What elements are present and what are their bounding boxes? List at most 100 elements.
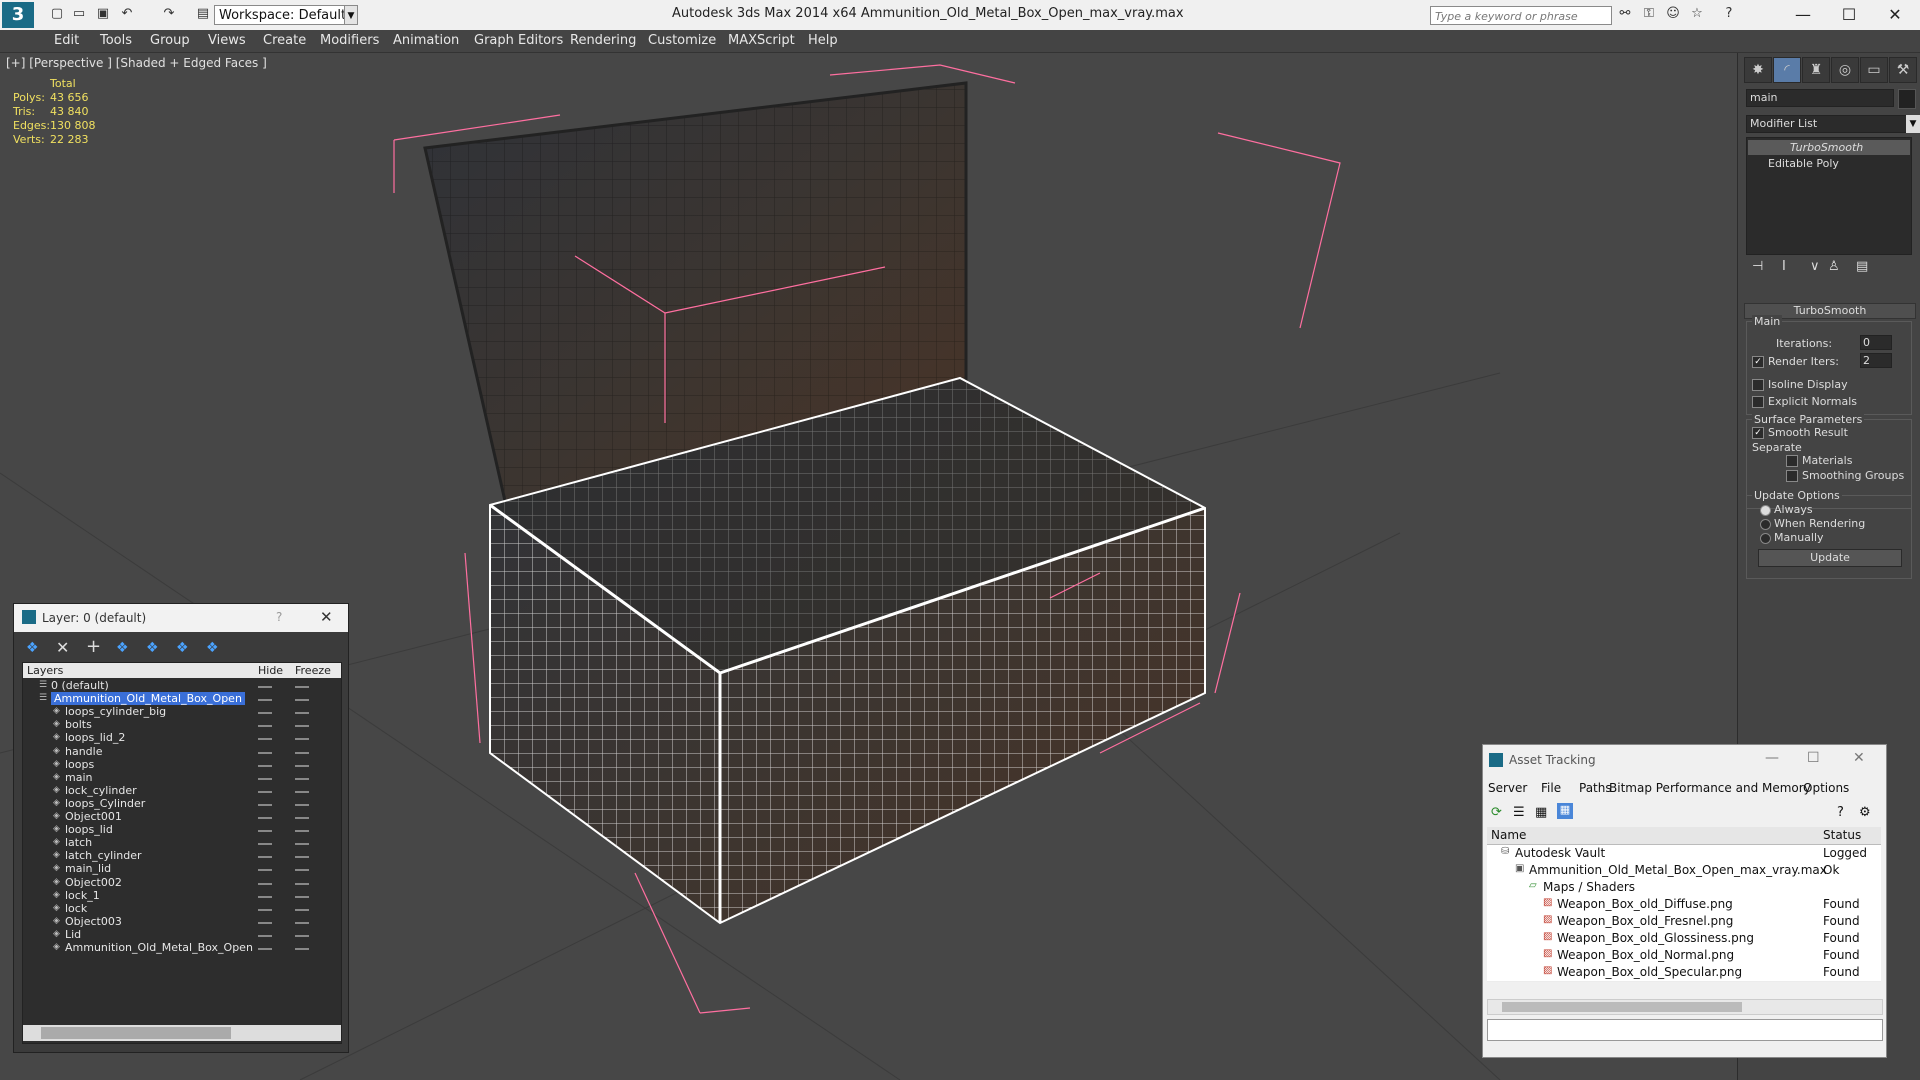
hide-toggle[interactable] bbox=[258, 817, 272, 819]
freeze-toggle[interactable] bbox=[295, 895, 309, 898]
freeze-toggle[interactable] bbox=[295, 817, 309, 819]
hide-toggle[interactable] bbox=[258, 921, 272, 924]
smooth-result-checkbox[interactable]: ✓ bbox=[1752, 427, 1764, 439]
asset-row[interactable]: ▨ Weapon_Box_old_Fresnel.png Found bbox=[1487, 913, 1881, 931]
freeze-toggle[interactable] bbox=[295, 777, 309, 780]
stack-item-turbosmooth[interactable]: TurboSmooth bbox=[1748, 140, 1910, 155]
undo-icon[interactable]: ↶ bbox=[118, 5, 136, 23]
hide-toggle[interactable] bbox=[258, 869, 272, 872]
configure-modifier-icon[interactable]: ▤ bbox=[1856, 259, 1868, 274]
render-iters-checkbox[interactable]: ✓ bbox=[1752, 356, 1764, 368]
minimize-icon[interactable]: — bbox=[1765, 750, 1779, 766]
smoothing-groups-checkbox[interactable] bbox=[1786, 470, 1798, 482]
scrollbar-thumb[interactable] bbox=[41, 1027, 231, 1039]
thumbnail-view-icon[interactable]: ▦ bbox=[1535, 805, 1547, 820]
hide-toggle[interactable] bbox=[258, 699, 272, 702]
hide-column[interactable]: Hide bbox=[258, 664, 283, 677]
asset-menu-bitmap[interactable]: Bitmap Performance and Memory bbox=[1609, 781, 1811, 795]
asset-path-field[interactable] bbox=[1487, 1019, 1883, 1041]
help-icon[interactable]: ? bbox=[1720, 5, 1738, 23]
freeze-toggle[interactable] bbox=[295, 921, 309, 924]
list-view-icon[interactable]: ☰ bbox=[1513, 805, 1525, 820]
key-icon[interactable]: ⚿ bbox=[1640, 5, 1658, 23]
asset-row[interactable]: ▣ Ammunition_Old_Metal_Box_Open_max_vray.… bbox=[1487, 862, 1881, 880]
highlight-layer-icon[interactable]: ❖ bbox=[146, 640, 159, 656]
table-view-icon[interactable]: ▦ bbox=[1557, 803, 1573, 819]
hide-all-icon[interactable]: ❖ bbox=[176, 640, 189, 656]
hierarchy-tab-icon[interactable]: ♜ bbox=[1802, 57, 1830, 83]
project-folder-icon[interactable]: ▤ bbox=[194, 5, 212, 23]
display-tab-icon[interactable]: ▭ bbox=[1860, 57, 1888, 83]
menu-rendering[interactable]: Rendering bbox=[570, 33, 636, 48]
pin-stack-icon[interactable]: ⊣ bbox=[1752, 259, 1763, 274]
hide-toggle[interactable] bbox=[258, 908, 272, 911]
hide-toggle[interactable] bbox=[258, 712, 272, 715]
help-icon[interactable]: ? bbox=[276, 610, 282, 624]
select-in-layer-icon[interactable]: ❖ bbox=[116, 640, 129, 656]
hide-toggle[interactable] bbox=[258, 856, 272, 859]
hide-toggle[interactable] bbox=[258, 686, 272, 688]
menu-maxscript[interactable]: MAXScript bbox=[728, 33, 795, 48]
viewport-label[interactable]: [+] [Perspective ] [Shaded + Edged Faces… bbox=[6, 56, 267, 70]
iterations-spinner[interactable]: 0 bbox=[1860, 335, 1892, 350]
freeze-toggle[interactable] bbox=[295, 856, 309, 859]
close-icon[interactable]: ✕ bbox=[1872, 2, 1918, 28]
star-icon[interactable]: ☆ bbox=[1688, 5, 1706, 23]
show-end-result-icon[interactable]: Ⅰ bbox=[1782, 259, 1786, 274]
hide-toggle[interactable] bbox=[258, 843, 272, 846]
binoculars-icon[interactable]: ⚯ bbox=[1616, 5, 1634, 23]
hide-toggle[interactable] bbox=[258, 895, 272, 898]
freeze-toggle[interactable] bbox=[295, 948, 309, 950]
freeze-toggle[interactable] bbox=[295, 934, 309, 937]
scrollbar-thumb[interactable] bbox=[1502, 1002, 1742, 1012]
close-icon[interactable]: ✕ bbox=[320, 608, 333, 626]
redo-icon[interactable]: ↷ bbox=[160, 5, 178, 23]
freeze-toggle[interactable] bbox=[295, 803, 309, 806]
remove-modifier-icon[interactable]: ♙ bbox=[1828, 259, 1840, 274]
workspace-dropdown[interactable]: Workspace: Default bbox=[214, 5, 350, 25]
save-icon[interactable]: ▣ bbox=[94, 5, 112, 23]
delete-layer-icon[interactable]: ✕ bbox=[56, 638, 69, 657]
hide-toggle[interactable] bbox=[258, 882, 272, 885]
help-icon[interactable]: ? bbox=[1837, 805, 1844, 820]
menu-animation[interactable]: Animation bbox=[393, 33, 459, 48]
menu-create[interactable]: Create bbox=[263, 33, 306, 48]
new-layer-icon[interactable]: ❖ bbox=[26, 640, 39, 656]
name-column[interactable]: Name bbox=[1491, 828, 1526, 842]
freeze-toggle[interactable] bbox=[295, 686, 309, 688]
hide-toggle[interactable] bbox=[258, 764, 272, 767]
freeze-toggle[interactable] bbox=[295, 725, 309, 728]
asset-menu-options[interactable]: Options bbox=[1803, 781, 1849, 795]
isoline-checkbox[interactable] bbox=[1752, 379, 1764, 391]
utilities-tab-icon[interactable]: ⚒ bbox=[1889, 57, 1917, 83]
asset-horizontal-scrollbar[interactable] bbox=[1487, 999, 1883, 1015]
add-to-layer-icon[interactable]: + bbox=[86, 636, 101, 657]
asset-row[interactable]: ⛁Autodesk VaultLogged Ou bbox=[1487, 845, 1881, 874]
asset-row[interactable]: ▨ Weapon_Box_old_Normal.png Found bbox=[1487, 947, 1881, 965]
freeze-toggle[interactable] bbox=[295, 751, 309, 754]
layer-window-titlebar[interactable]: Layer: 0 (default) ? ✕ bbox=[14, 604, 348, 632]
hide-toggle[interactable] bbox=[258, 725, 272, 728]
hide-toggle[interactable] bbox=[258, 803, 272, 806]
freeze-toggle[interactable] bbox=[295, 869, 309, 872]
hide-toggle[interactable] bbox=[258, 790, 272, 793]
close-icon[interactable]: ✕ bbox=[1853, 750, 1865, 766]
layers-column[interactable]: Layers bbox=[27, 664, 63, 677]
chevron-down-icon[interactable]: ▼ bbox=[344, 5, 358, 25]
app-logo-icon[interactable]: 3 bbox=[2, 2, 34, 28]
menu-tools[interactable]: Tools bbox=[100, 33, 132, 48]
render-iters-spinner[interactable]: 2 bbox=[1860, 353, 1892, 368]
asset-menu-file[interactable]: File bbox=[1541, 781, 1561, 795]
manually-radio[interactable] bbox=[1760, 533, 1771, 544]
freeze-toggle[interactable] bbox=[295, 830, 309, 833]
freeze-toggle[interactable] bbox=[295, 764, 309, 767]
menu-views[interactable]: Views bbox=[208, 33, 246, 48]
menu-edit[interactable]: Edit bbox=[54, 33, 79, 48]
freeze-column[interactable]: Freeze bbox=[295, 664, 331, 677]
settings-icon[interactable]: ⚙ bbox=[1859, 805, 1871, 820]
horizontal-scrollbar[interactable] bbox=[23, 1025, 341, 1041]
maximize-icon[interactable]: ☐ bbox=[1826, 2, 1872, 28]
motion-tab-icon[interactable]: ◎ bbox=[1831, 57, 1859, 83]
object-name-field[interactable]: main bbox=[1746, 89, 1894, 107]
asset-menu-paths[interactable]: Paths bbox=[1579, 781, 1612, 795]
